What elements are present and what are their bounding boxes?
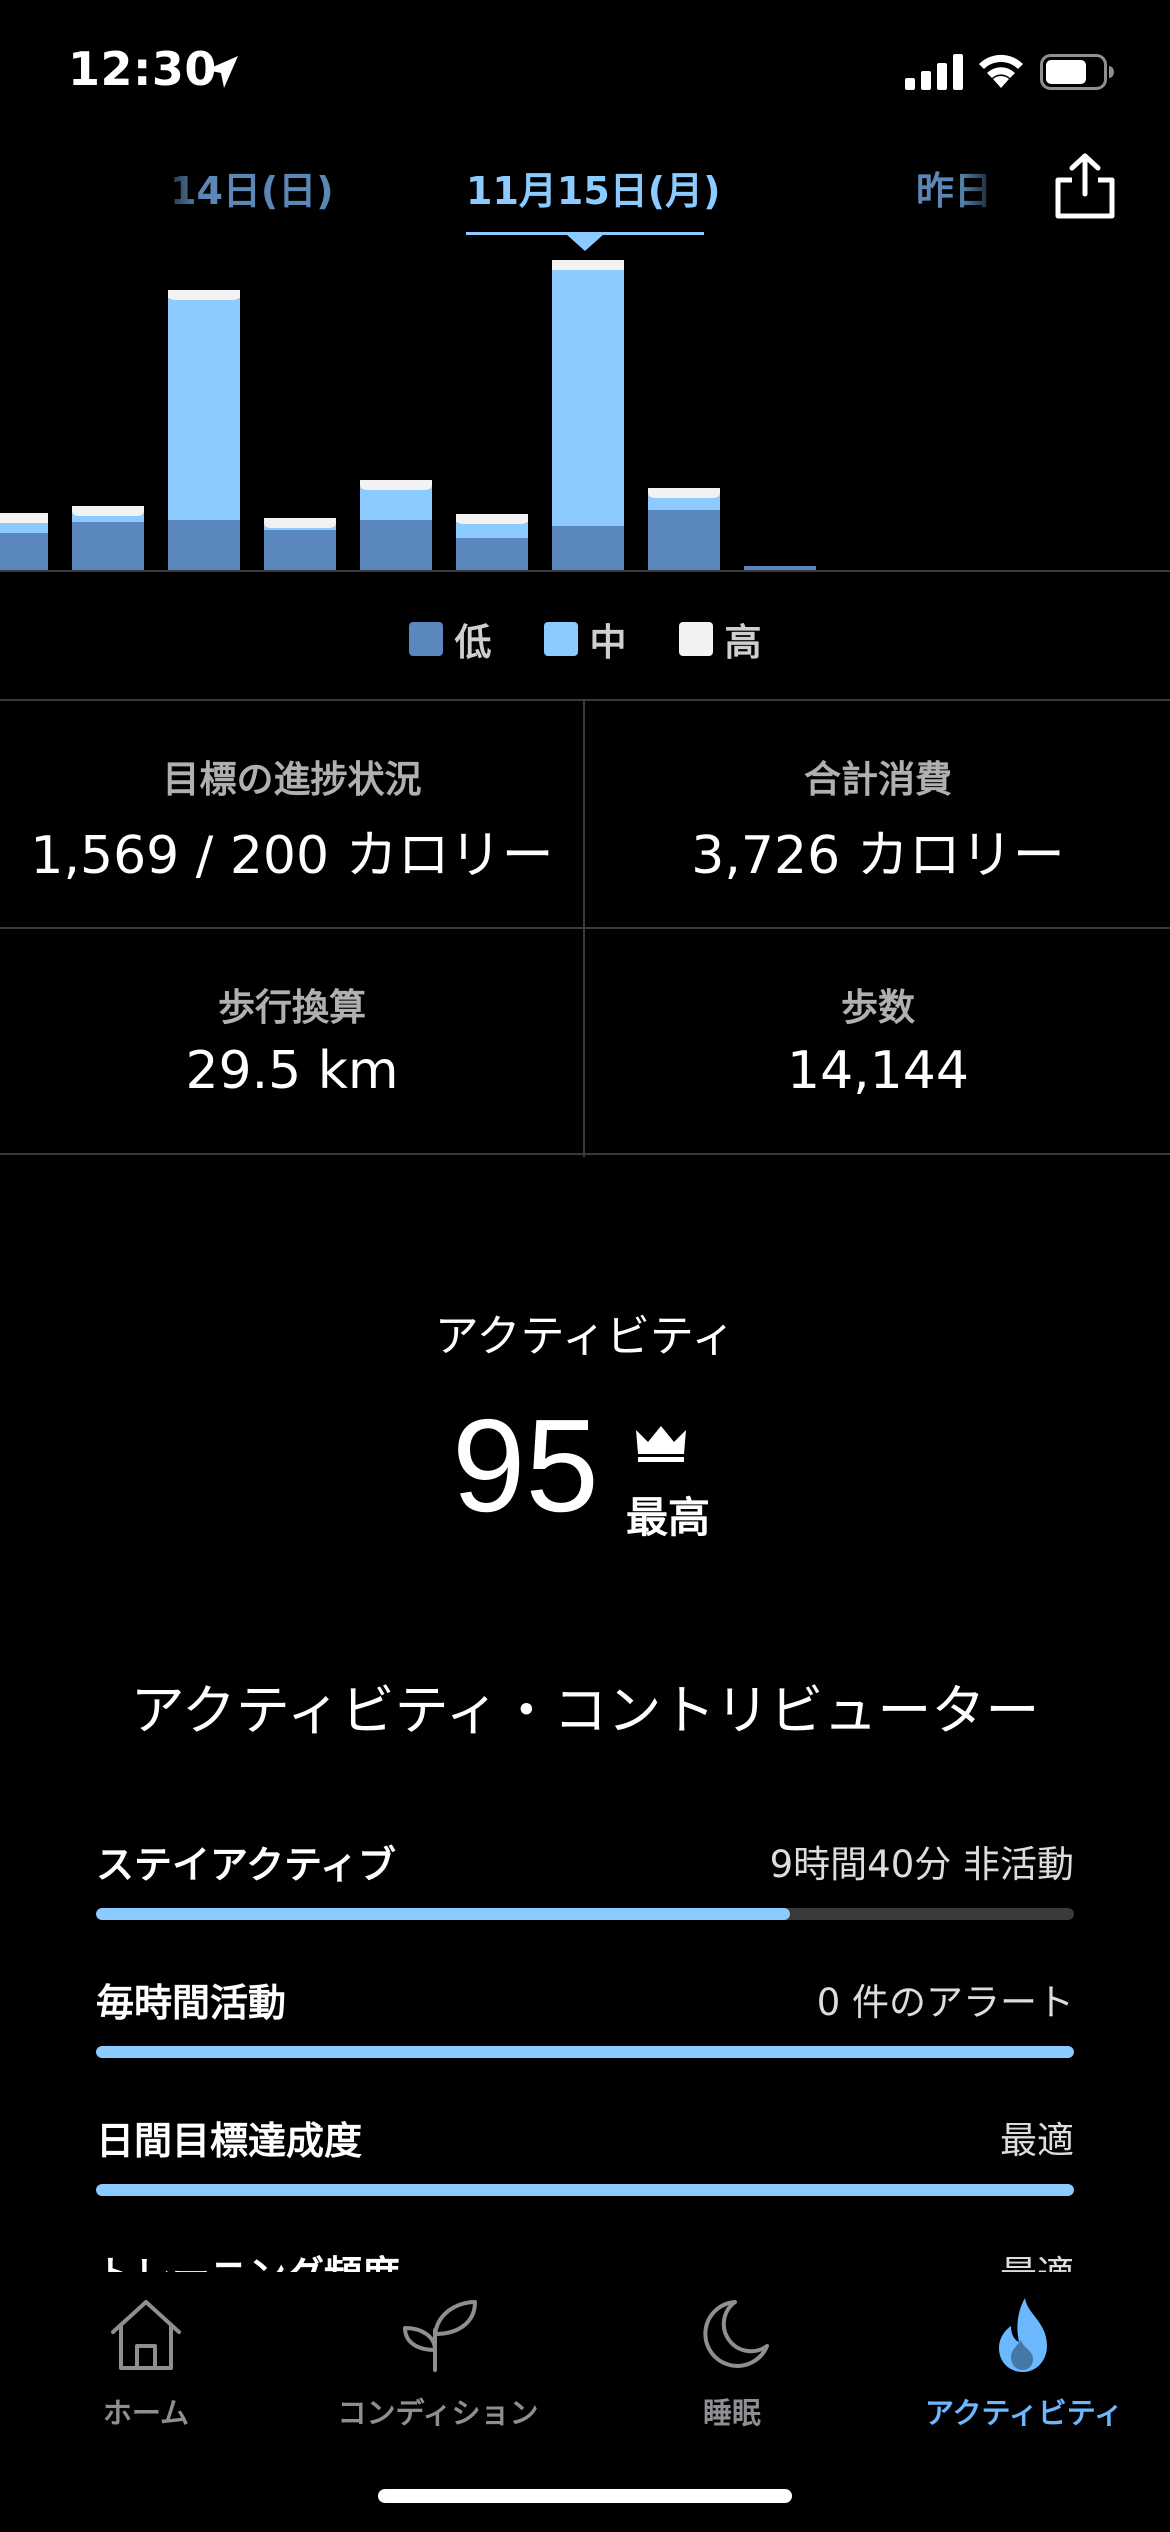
cellular-signal-icon [905,54,963,90]
contributor-label: 毎時間活動 [96,1981,287,2025]
home-icon [111,2300,181,2370]
bar-4-low [360,520,432,570]
activity-score-value: 95 [452,1392,599,1539]
contributor-label: 日間目標達成度 [96,2119,363,2163]
legend-label-mid: 中 [589,621,627,664]
stats-grid: 目標の進捗状況 1,569 / 200 カロリー 合計消費 3,726 カロリー… [0,699,1170,1157]
bar-0-cap [0,513,48,523]
bar-5-cap [456,514,528,524]
home-indicator[interactable] [378,2489,792,2503]
chart-legend: 低 中 高 [0,612,1170,666]
date-fade-left [130,150,200,220]
contributor-daily-goal[interactable]: 日間目標達成度 最適 [96,2110,1074,2210]
bar-5-low [456,538,528,570]
stat-steps-value: 14,144 [787,1041,969,1101]
contributor-hourly-activity[interactable]: 毎時間活動 0 件のアラート [96,1972,1074,2072]
activity-score-title: アクティビティ [434,1311,736,1362]
tab-sleep-label: 睡眠 [702,2396,761,2430]
contributor-progress-track [96,2184,1074,2196]
legend-label-low: 低 [454,621,492,664]
tab-sleep[interactable]: 睡眠 [586,2286,878,2446]
bottom-tab-bar: ホーム コンディション 睡眠 アクティビティ [0,2286,1170,2446]
bar-6-cap [552,260,624,270]
legend-swatch-mid [543,622,578,656]
bar-3-low [264,530,336,570]
stat-steps-label: 歩数 [841,986,915,1029]
date-tab-current[interactable]: 11月15日(月) [466,160,721,215]
status-bar: 12:30 [0,0,1170,150]
bar-6-mid [552,270,624,526]
bar-2-low [168,520,240,570]
bar-4-cap [360,480,432,490]
flame-icon [999,2298,1047,2372]
contributor-progress-track [96,2046,1074,2058]
share-icon[interactable] [1052,152,1118,220]
contributor-stay-active[interactable]: ステイアクティブ 9時間40分 非活動 [96,1834,1074,1934]
tab-condition-label: コンディション [337,2396,539,2430]
stat-goal-progress: 目標の進捗状況 1,569 / 200 カロリー [0,701,584,927]
tab-home-label: ホーム [102,2396,190,2430]
bar-3-cap [264,518,336,528]
legend-item-high: 高 [678,612,762,666]
moon-icon [703,2300,769,2368]
tab-activity-label: アクティビティ [924,2396,1124,2430]
legend-item-low: 低 [408,612,492,666]
tab-condition[interactable]: コンディション [292,2286,584,2446]
tab-activity[interactable]: アクティビティ [878,2286,1170,2446]
location-arrow-icon [206,56,238,88]
wifi-icon [979,54,1023,88]
legend-item-mid: 中 [543,612,627,666]
date-fade-right [960,150,1020,220]
bar-2-cap [168,290,240,300]
bar-4-mid [360,486,432,520]
bar-6-low [552,526,624,570]
bar-0-mid [0,523,48,533]
contributor-progress-fill [96,2184,1074,2196]
bar-0-low [0,533,48,570]
stat-goal-progress-label: 目標の進捗状況 [162,758,422,801]
contributor-value: 最適 [1000,2119,1074,2162]
bar-1-low [72,522,144,570]
bar-7-cap [648,488,720,498]
stat-steps: 歩数 14,144 [586,929,1170,1155]
contributor-value: 9時間40分 非活動 [769,1843,1074,1886]
contributor-label: ステイアクティブ [96,1843,396,1887]
activity-score-rating: 最高 [626,1493,711,1542]
battery-icon [1040,54,1114,90]
stat-total-burn: 合計消費 3,726 カロリー [586,701,1170,927]
bar-2-mid [168,298,240,520]
tab-home[interactable]: ホーム [0,2286,292,2446]
contributors-title: アクティビティ・コントリビューター [130,1679,1040,1742]
date-selected-pointer [566,234,604,251]
stat-total-burn-value: 3,726 カロリー [691,826,1065,886]
contributor-value: 0 件のアラート [816,1981,1074,2024]
bar-5-mid [456,522,528,538]
stat-walking-equiv-label: 歩行換算 [218,986,366,1029]
contributor-progress-track [96,1908,1074,1920]
stat-walking-equiv-value: 29.5 km [185,1041,399,1101]
legend-swatch-high [678,622,713,656]
stats-vertical-divider [583,701,585,1157]
stat-goal-progress-value: 1,569 / 200 カロリー [30,826,554,886]
crown-icon [636,1426,686,1462]
stat-walking-equiv: 歩行換算 29.5 km [0,929,584,1155]
contributor-progress-fill [96,2046,1074,2058]
bar-1-cap [72,506,144,516]
activity-bar-chart[interactable] [0,250,1170,572]
contributor-progress-fill [96,1908,791,1920]
legend-label-high: 高 [724,621,762,664]
stat-total-burn-label: 合計消費 [804,758,952,801]
legend-swatch-low [408,622,443,656]
status-time: 12:30 [68,42,217,96]
chart-baseline [0,570,1170,572]
bar-7-low [648,510,720,570]
sprout-icon [403,2300,477,2372]
stats-horizontal-divider [0,927,1170,929]
